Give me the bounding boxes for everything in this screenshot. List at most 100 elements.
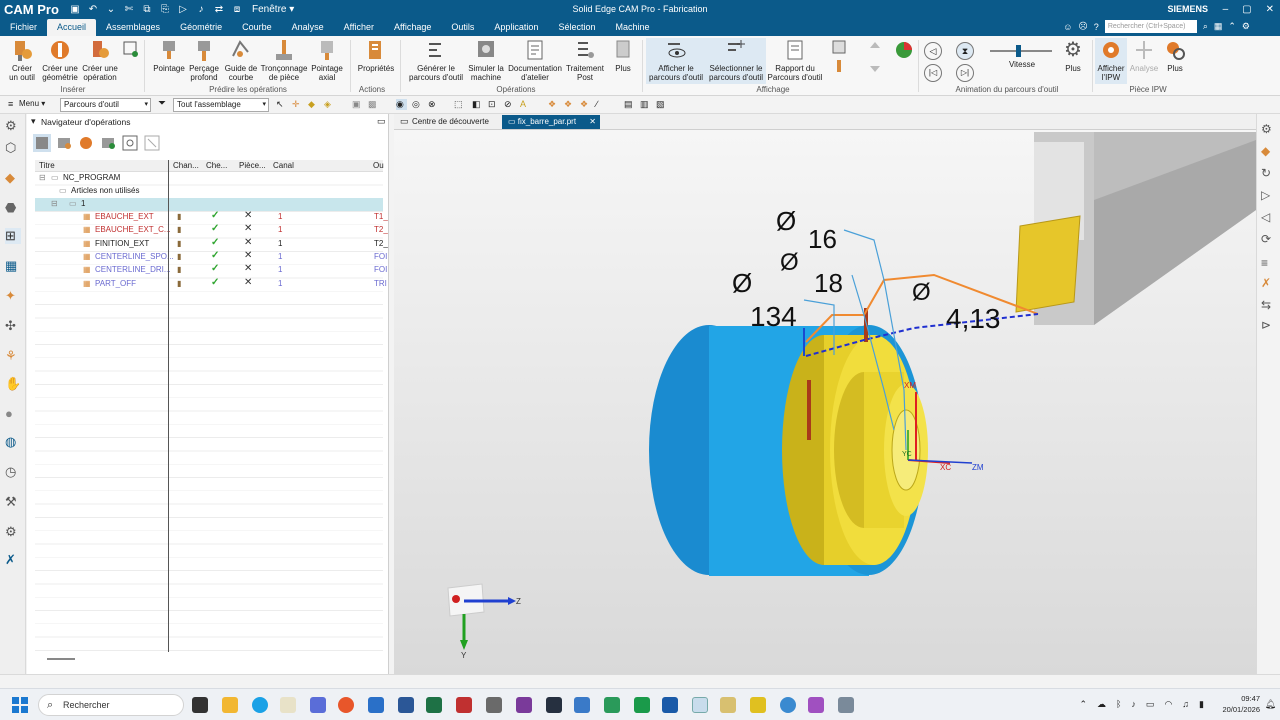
post-process-button[interactable]: Traitement Post <box>564 38 606 82</box>
column-tool[interactable]: Ou <box>373 161 384 170</box>
render-2-icon[interactable]: ❖ <box>564 99 575 110</box>
save-icon[interactable]: ▣ <box>68 4 82 15</box>
chat-app-icon[interactable] <box>604 697 620 713</box>
tree-row-root[interactable]: ⊟ ▭ NC_PROGRAM <box>35 172 383 185</box>
cam-pro-icon[interactable] <box>692 697 708 713</box>
tab-discovery-center[interactable]: Centre de découverte <box>406 115 495 129</box>
model-scene[interactable]: Ø 16 Ø 18 Ø 134 Ø 4,13 XM XC ZM YC Z Y <box>394 130 1256 674</box>
section-icon[interactable]: ◧ <box>472 99 483 110</box>
cube-all-icon[interactable]: ▩ <box>368 99 379 110</box>
render-1-icon[interactable]: ❖ <box>548 99 559 110</box>
select-toolpath-button[interactable]: Sélectionner le parcours d'outil <box>706 38 766 82</box>
create-geometry-button[interactable]: Créer une géométrie <box>40 38 80 82</box>
expand-view-icon[interactable] <box>143 134 161 152</box>
notepad-icon[interactable] <box>280 697 296 713</box>
cycle-icon[interactable]: ⟳ <box>1261 232 1277 248</box>
operation-row[interactable]: ▦ FINITION_EXT ▮ ✓ ✕ 1 T2_ <box>35 237 388 251</box>
hide-icon[interactable]: ⊗ <box>428 99 439 110</box>
close-tab-icon[interactable]: ✕ <box>589 115 596 129</box>
excel-icon[interactable] <box>426 697 442 713</box>
part-off-button[interactable]: Tronçonnage de pièce <box>260 38 308 82</box>
wireframe-icon[interactable]: ⊘ <box>504 99 515 110</box>
type-filter-select[interactable]: Parcours d'outil ▾ <box>60 98 151 112</box>
animation-more-button[interactable]: ⚙ Plus <box>1058 38 1088 73</box>
spot-drill-button[interactable]: Pointage <box>150 38 188 73</box>
machine-icon[interactable]: ⚙ <box>5 524 21 540</box>
program-view-icon[interactable] <box>33 134 51 152</box>
hand-icon[interactable]: ✋ <box>5 376 21 392</box>
help-icon[interactable]: ? <box>1094 22 1099 32</box>
select-arrow-icon[interactable]: ↖ <box>276 99 287 110</box>
battery-icon[interactable]: ▮ <box>1199 699 1204 710</box>
onedrive-icon[interactable]: ☁ <box>1097 699 1106 710</box>
tab-application[interactable]: Application <box>484 19 548 36</box>
search-icon[interactable]: ⌕ <box>1203 21 1208 32</box>
show-ipw-button[interactable]: Afficher l'IPW <box>1095 38 1127 82</box>
show-toolpath-button[interactable]: Afficher le parcours d'outil <box>646 38 706 82</box>
eye-icon[interactable]: ◎ <box>412 99 423 110</box>
simulate-machine-button[interactable]: Simuler la machine <box>466 38 506 82</box>
scope-filter-select[interactable]: Tout l'assemblage ▾ <box>173 98 269 112</box>
cube-iso-icon[interactable]: ▧ <box>656 99 667 110</box>
tools-app-icon[interactable] <box>720 697 736 713</box>
display-icon[interactable]: ▭ <box>1146 699 1155 710</box>
link-icon[interactable]: ⇄ <box>212 4 226 15</box>
firefox-icon[interactable] <box>338 697 354 713</box>
operation-row[interactable]: ▦ PART_OFF ▮ ✓ ✕ 1 TRI <box>35 277 387 291</box>
guide-curve-button[interactable]: Guide de courbe <box>222 38 260 82</box>
toolpath-report-button[interactable]: Rapport du Parcours d'outil <box>766 38 824 82</box>
tools-icon[interactable]: ✄ <box>122 4 136 15</box>
tab-outils[interactable]: Outils <box>441 19 484 36</box>
network-icon[interactable]: ✣ <box>5 318 21 334</box>
maximize-panel-icon[interactable]: ▭ <box>377 116 386 127</box>
pdf-icon[interactable] <box>456 697 472 713</box>
insert-extra-button[interactable] <box>120 38 140 64</box>
ipw-more-button[interactable]: Plus <box>1160 38 1190 73</box>
menu-button[interactable]: Menu ▾ <box>19 99 45 108</box>
clock-icon[interactable]: ◷ <box>5 464 21 480</box>
table-icon[interactable]: ▦ <box>5 258 21 274</box>
window-menu[interactable]: Fenêtre ▾ <box>248 4 294 15</box>
bluetooth-icon[interactable]: ᛒ <box>1116 699 1121 710</box>
geometry-view-icon[interactable] <box>77 134 95 152</box>
column-check[interactable]: Che... <box>206 161 227 170</box>
deep-drill-button[interactable]: Perçage profond <box>186 38 222 82</box>
redo-icon[interactable]: ⌄ <box>104 4 118 15</box>
hourglass-icon[interactable]: ⧗ <box>956 42 974 60</box>
file-explorer-icon[interactable] <box>222 697 238 713</box>
step-back-icon[interactable]: ◁ <box>924 42 942 60</box>
hamburger-icon[interactable]: ≡ <box>8 99 13 109</box>
tab-afficher[interactable]: Afficher <box>334 19 384 36</box>
volume-icon[interactable]: ♫ <box>1182 699 1189 710</box>
camera-icon[interactable]: ⊡ <box>488 99 499 110</box>
tree-row-group[interactable]: ⊟ ▭ 1 <box>35 198 383 211</box>
tool-library-icon[interactable]: ✦ <box>5 288 21 304</box>
edge-icon[interactable] <box>252 697 268 713</box>
back-circle-icon[interactable]: ◁ <box>1261 210 1277 226</box>
calc-app-icon[interactable] <box>838 697 854 713</box>
tab-part-file[interactable]: ▭ fix_barre_par.prt ✕ <box>502 115 600 129</box>
operation-row[interactable]: ▦ EBAUCHE_EXT ▮ ✓ ✕ 1 T1_ <box>35 210 388 224</box>
column-part[interactable]: Pièce... <box>239 161 266 170</box>
verify-button[interactable] <box>828 38 848 72</box>
view-icon[interactable]: ◉ <box>396 99 407 110</box>
part-view-icon[interactable]: ◆ <box>1261 144 1277 160</box>
operation-row[interactable]: ▦ CENTERLINE_SPO... ▮ ✓ ✕ 1 FOI <box>35 250 387 264</box>
globe-icon[interactable]: ◍ <box>5 434 21 450</box>
tab-accueil[interactable]: Accueil <box>47 19 97 36</box>
settings-icon[interactable]: ⚙ <box>5 118 21 134</box>
collapse-view-icon[interactable] <box>121 134 139 152</box>
pen-app-icon[interactable] <box>750 697 766 713</box>
word-icon[interactable] <box>398 697 414 713</box>
tab-courbe[interactable]: Courbe <box>232 19 282 36</box>
history-icon[interactable]: ⚘ <box>5 348 21 364</box>
tree-icon[interactable]: ⊞ <box>5 228 21 244</box>
machine-head-icon[interactable]: ⚙ <box>1261 122 1277 138</box>
cube-side-icon[interactable]: ▥ <box>640 99 651 110</box>
graphics-viewport[interactable]: Ø 16 Ø 18 Ø 134 Ø 4,13 XM XC ZM YC Z Y <box>394 130 1256 674</box>
command-search-input[interactable]: Rechercher (Ctrl+Space) <box>1104 20 1197 33</box>
collapse-icon[interactable]: ⌃ <box>1228 21 1236 32</box>
axial-spot-button[interactable]: Pointage axial <box>308 38 346 82</box>
tab-analyse[interactable]: Analyse <box>282 19 334 36</box>
snap-icon[interactable]: ✛ <box>292 99 303 110</box>
